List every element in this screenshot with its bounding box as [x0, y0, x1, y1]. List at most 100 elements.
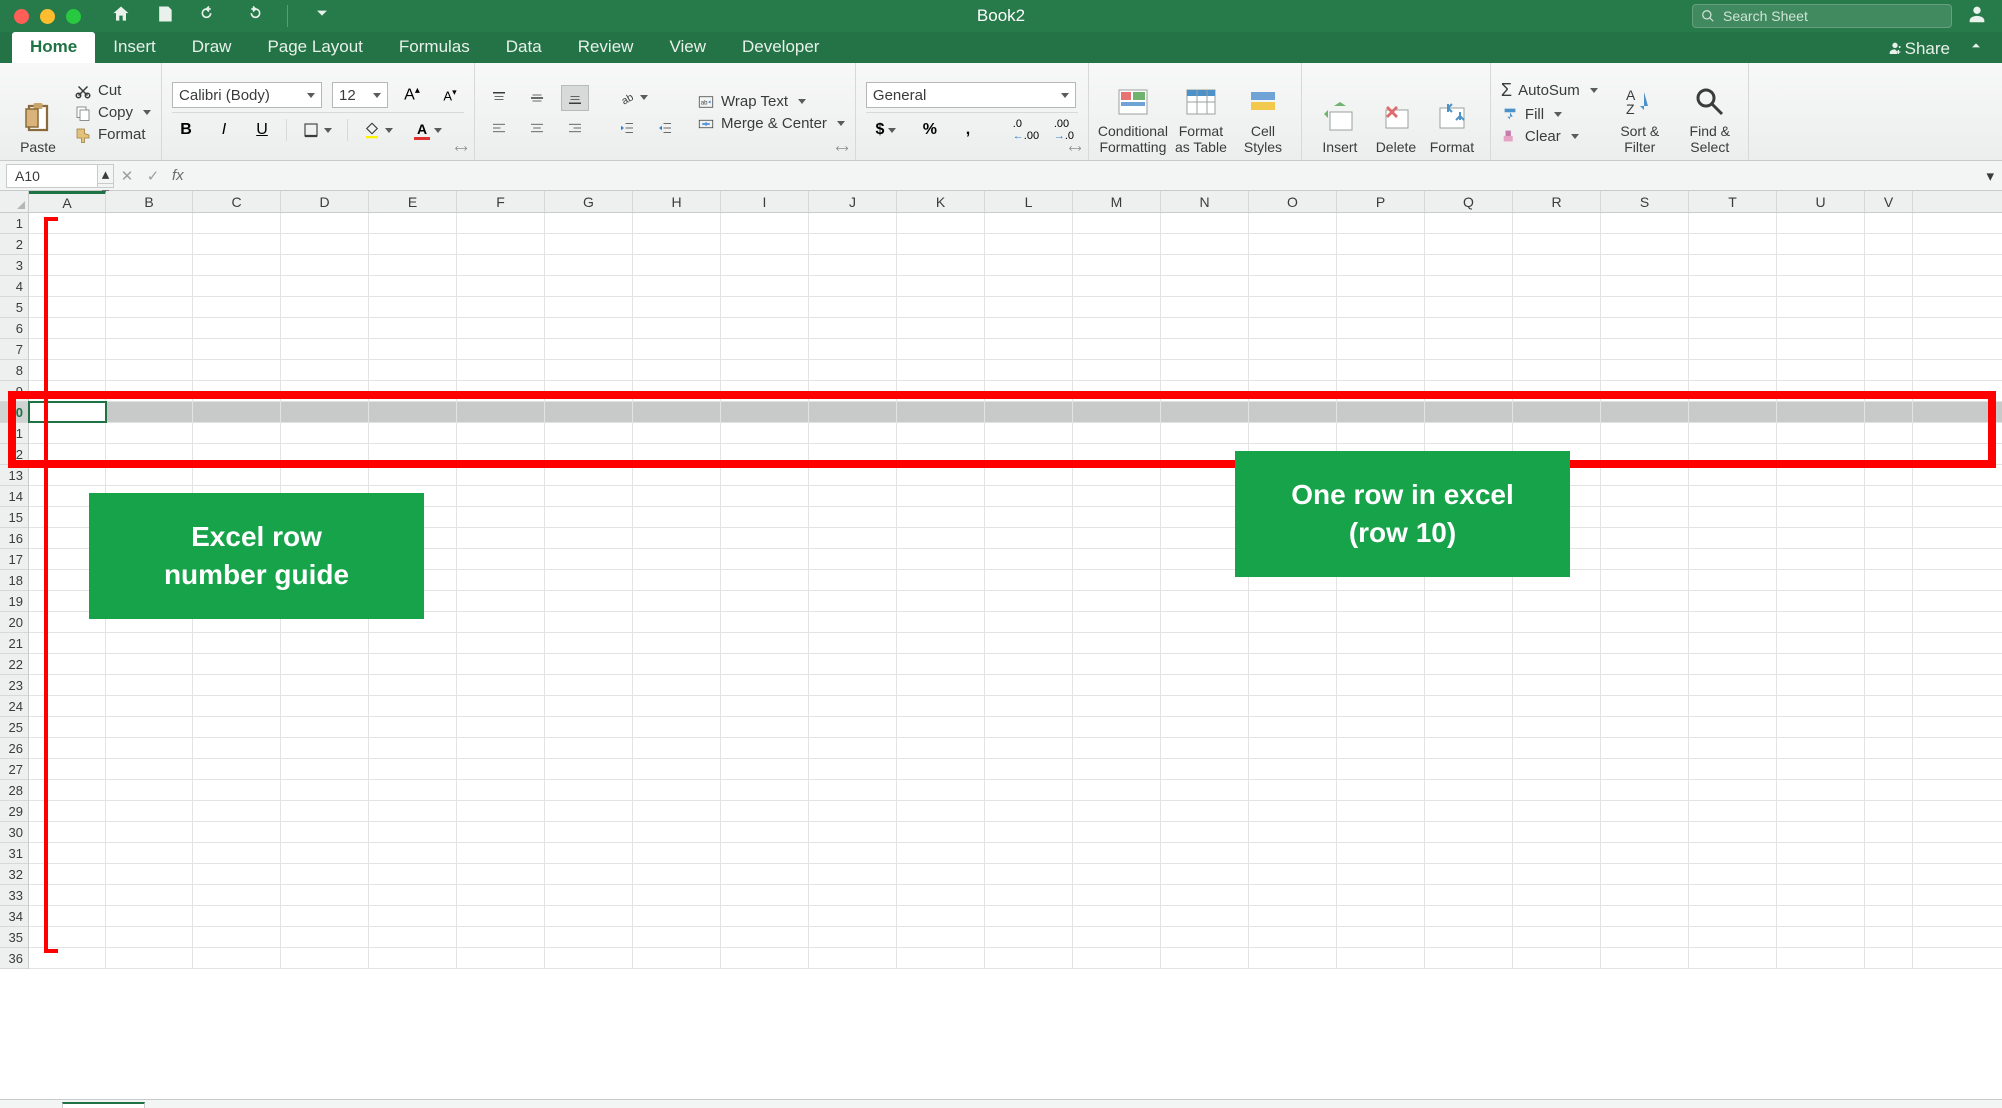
cell[interactable]	[1601, 864, 1689, 884]
cell[interactable]	[1513, 297, 1601, 317]
cell[interactable]	[1425, 696, 1513, 716]
cell[interactable]	[721, 423, 809, 443]
cell[interactable]	[1337, 360, 1425, 380]
row-header[interactable]: 22	[0, 654, 28, 675]
cell[interactable]	[457, 444, 545, 464]
cell[interactable]	[721, 717, 809, 737]
font-name-combo[interactable]: Calibri (Body)	[172, 82, 322, 108]
cell[interactable]	[721, 633, 809, 653]
cell[interactable]	[29, 360, 106, 380]
cell[interactable]	[1601, 948, 1689, 968]
cell[interactable]	[457, 402, 545, 422]
cell[interactable]	[721, 570, 809, 590]
borders-button[interactable]	[297, 117, 337, 143]
cell[interactable]	[1161, 276, 1249, 296]
cell[interactable]	[1689, 423, 1777, 443]
redo-icon[interactable]	[243, 4, 263, 28]
align-right-icon[interactable]	[561, 115, 589, 141]
cell[interactable]	[1425, 423, 1513, 443]
cell[interactable]	[1425, 276, 1513, 296]
cell[interactable]	[721, 738, 809, 758]
cell[interactable]	[1249, 822, 1337, 842]
cell[interactable]	[1073, 801, 1161, 821]
cell[interactable]	[1161, 381, 1249, 401]
cell[interactable]	[1865, 738, 1913, 758]
cell[interactable]	[1689, 885, 1777, 905]
cell[interactable]	[1865, 696, 1913, 716]
cell[interactable]	[369, 675, 457, 695]
cell[interactable]	[457, 906, 545, 926]
cell[interactable]	[633, 696, 721, 716]
cell[interactable]	[985, 465, 1073, 485]
cell[interactable]	[1073, 339, 1161, 359]
cell[interactable]	[721, 339, 809, 359]
cell[interactable]	[106, 276, 193, 296]
cell[interactable]	[633, 885, 721, 905]
cell[interactable]	[1601, 423, 1689, 443]
cell[interactable]	[1073, 570, 1161, 590]
cell[interactable]	[1073, 633, 1161, 653]
cell[interactable]	[633, 591, 721, 611]
cell[interactable]	[721, 402, 809, 422]
cell[interactable]	[897, 843, 985, 863]
cell[interactable]	[545, 255, 633, 275]
cell[interactable]	[1601, 297, 1689, 317]
cell[interactable]	[1777, 717, 1865, 737]
cell[interactable]	[545, 276, 633, 296]
cell[interactable]	[193, 213, 281, 233]
cell[interactable]	[897, 381, 985, 401]
cell[interactable]	[1513, 675, 1601, 695]
cell[interactable]	[1425, 633, 1513, 653]
cell[interactable]	[369, 633, 457, 653]
cell[interactable]	[897, 486, 985, 506]
cell[interactable]	[1689, 255, 1777, 275]
cell[interactable]	[809, 318, 897, 338]
cell[interactable]	[809, 402, 897, 422]
cell[interactable]	[369, 318, 457, 338]
cell[interactable]	[633, 297, 721, 317]
cell[interactable]	[1865, 717, 1913, 737]
cell[interactable]	[106, 885, 193, 905]
cell[interactable]	[1513, 591, 1601, 611]
cell[interactable]	[721, 864, 809, 884]
cell[interactable]	[1689, 528, 1777, 548]
cell[interactable]	[809, 927, 897, 947]
cell[interactable]	[1249, 612, 1337, 632]
cell[interactable]	[1073, 885, 1161, 905]
cell[interactable]	[1865, 822, 1913, 842]
cell[interactable]	[1777, 612, 1865, 632]
cell[interactable]	[457, 927, 545, 947]
cell[interactable]	[369, 843, 457, 863]
cell[interactable]	[29, 822, 106, 842]
cell[interactable]	[1513, 906, 1601, 926]
column-header[interactable]: P	[1337, 191, 1425, 212]
cell[interactable]	[1337, 696, 1425, 716]
cell[interactable]	[281, 654, 369, 674]
row-header[interactable]: 1	[0, 213, 28, 234]
column-header[interactable]: I	[721, 191, 809, 212]
cell[interactable]	[29, 780, 106, 800]
cell[interactable]	[985, 528, 1073, 548]
cell[interactable]	[1337, 591, 1425, 611]
row-header[interactable]: 11	[0, 423, 28, 444]
cell[interactable]	[29, 339, 106, 359]
cell[interactable]	[721, 318, 809, 338]
cell[interactable]	[1865, 528, 1913, 548]
cell[interactable]	[1337, 927, 1425, 947]
ribbon-tab-page-layout[interactable]: Page Layout	[249, 32, 380, 63]
cell[interactable]	[281, 276, 369, 296]
column-header[interactable]: L	[985, 191, 1073, 212]
cell[interactable]	[457, 570, 545, 590]
cell[interactable]	[193, 402, 281, 422]
cell[interactable]	[1689, 906, 1777, 926]
cell[interactable]	[545, 570, 633, 590]
align-top-icon[interactable]	[485, 85, 513, 111]
cell[interactable]	[721, 822, 809, 842]
cell[interactable]	[721, 612, 809, 632]
cell[interactable]	[1337, 801, 1425, 821]
row-header[interactable]: 14	[0, 486, 28, 507]
cell[interactable]	[985, 255, 1073, 275]
cell[interactable]	[1689, 633, 1777, 653]
cell[interactable]	[1865, 948, 1913, 968]
cell[interactable]	[1249, 255, 1337, 275]
